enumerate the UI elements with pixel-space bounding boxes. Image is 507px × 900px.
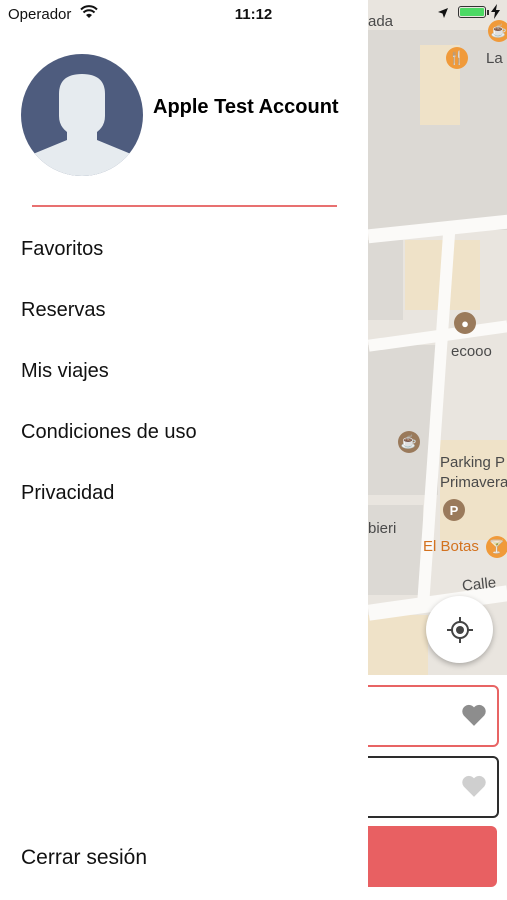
restaurant-icon[interactable]: 🍴: [446, 47, 468, 69]
map-label: El Botas: [423, 538, 479, 555]
cafe-icon[interactable]: ☕: [398, 431, 420, 453]
bar-icon[interactable]: 🍸: [486, 536, 507, 558]
user-silhouette-icon: [21, 74, 143, 176]
menu-item-mis-viajes[interactable]: Mis viajes: [21, 360, 109, 383]
locate-me-button[interactable]: [426, 596, 493, 663]
parking-icon[interactable]: P: [443, 499, 465, 521]
side-menu-drawer: Apple Test Account Favoritos Reservas Mi…: [0, 0, 368, 900]
menu-item-favoritos[interactable]: Favoritos: [21, 238, 103, 261]
menu-item-condiciones[interactable]: Condiciones de uso: [21, 421, 197, 444]
menu-item-privacidad[interactable]: Privacidad: [21, 482, 114, 505]
battery-icon: [458, 6, 486, 18]
crosshair-icon: [446, 616, 473, 643]
charging-icon: [491, 4, 500, 19]
avatar[interactable]: [21, 54, 143, 176]
location-arrow-icon: [438, 8, 448, 18]
menu-item-reservas[interactable]: Reservas: [21, 299, 105, 322]
logout-button[interactable]: Cerrar sesión: [21, 846, 147, 870]
heart-icon[interactable]: [461, 774, 487, 798]
map-block: [368, 505, 423, 595]
divider: [32, 205, 337, 207]
heart-icon[interactable]: [461, 703, 487, 727]
battery-cap: [487, 10, 489, 15]
map-label: Primavera: [440, 474, 507, 491]
map-label: bieri: [368, 520, 397, 537]
map-label: ecooo: [451, 343, 492, 360]
map-block: [368, 615, 428, 675]
shop-icon[interactable]: ●: [454, 312, 476, 334]
clock: 11:12: [234, 6, 273, 23]
map-block: [368, 240, 403, 320]
map-label: Parking P: [440, 454, 506, 471]
map-label: Calle: [461, 574, 497, 595]
status-bar: Operador 11:12: [0, 0, 507, 28]
map-label: La: [486, 50, 503, 67]
user-name: Apple Test Account: [153, 96, 339, 118]
